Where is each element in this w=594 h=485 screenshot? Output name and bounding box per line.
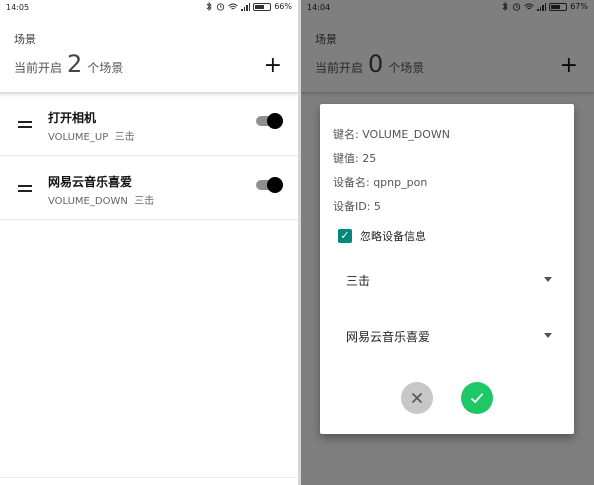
dropdown-arrow-icon [544, 333, 552, 338]
trigger-mode-value: 三击 [346, 274, 371, 288]
scene-mode: 三击 [114, 132, 135, 143]
scene-key: VOLUME_UP [48, 132, 109, 143]
device-name-text: 设备名: qpnp_pon [333, 176, 428, 189]
scene-name: 网易云音乐喜爱 [48, 175, 133, 189]
action-value: 网易云音乐喜爱 [346, 330, 431, 344]
wifi-icon [228, 3, 239, 9]
toggle-thumb [267, 113, 283, 129]
battery-percent: 66% [274, 2, 292, 11]
close-icon [411, 392, 423, 404]
signal-icon [241, 2, 251, 11]
key-name-text: 键名: VOLUME_DOWN [333, 128, 450, 141]
ignore-device-checkbox[interactable]: ✓ 忽略设备信息 [338, 228, 426, 244]
active-count: 2 [67, 50, 83, 78]
action-select[interactable]: 网易云音乐喜爱 [346, 328, 552, 345]
active-prefix: 当前开启 [14, 61, 63, 75]
active-count-row: 当前开启 2 个场景 [14, 52, 123, 76]
confirm-button[interactable] [461, 382, 493, 414]
right-screen: 14:04 67% 场景 当前开启 0 个场景 + 键名: VOLUME_DOW… [301, 0, 594, 485]
bottom-divider [0, 477, 298, 478]
scene-toggle[interactable] [256, 177, 283, 193]
scene-config-dialog: 键名: VOLUME_DOWN 键值: 25 设备名: qpnp_pon 设备I… [320, 104, 574, 434]
scene-mode: 三击 [134, 196, 155, 207]
add-scene-button[interactable]: + [264, 55, 282, 77]
scene-trigger: VOLUME_DOWN 三击 [48, 192, 154, 207]
battery-fill [255, 4, 265, 9]
check-icon [470, 393, 484, 404]
left-screen: 14:05 66% 场景 当前开启 2 个场景 + 打开相机 VOLUME_UP… [0, 0, 298, 485]
key-value-text: 键值: 25 [333, 152, 377, 165]
cancel-button[interactable] [401, 382, 433, 414]
scene-item[interactable]: 网易云音乐喜爱 VOLUME_DOWN 三击 [0, 156, 298, 220]
bluetooth-icon [206, 2, 212, 11]
scene-header: 场景 当前开启 2 个场景 + [0, 17, 298, 93]
scene-name: 打开相机 [48, 111, 97, 125]
dropdown-arrow-icon [544, 277, 552, 282]
toggle-thumb [267, 177, 283, 193]
drag-handle-icon[interactable] [18, 121, 32, 128]
drag-handle-icon[interactable] [18, 185, 32, 192]
active-suffix: 个场景 [87, 61, 124, 75]
trigger-mode-select[interactable]: 三击 [346, 272, 552, 289]
check-icon: ✓ [338, 229, 352, 243]
ignore-device-label: 忽略设备信息 [360, 230, 426, 243]
scene-toggle[interactable] [256, 113, 283, 129]
dialog-scrim[interactable]: 键名: VOLUME_DOWN 键值: 25 设备名: qpnp_pon 设备I… [301, 0, 594, 485]
status-bar: 14:05 66% [0, 0, 298, 17]
status-icons: 66% [206, 2, 292, 11]
status-time: 14:05 [6, 3, 30, 12]
battery-icon [253, 2, 272, 11]
scene-item[interactable]: 打开相机 VOLUME_UP 三击 [0, 92, 298, 156]
scene-list: 打开相机 VOLUME_UP 三击 网易云音乐喜爱 VOLUME_DOWN 三击 [0, 92, 298, 220]
scene-key: VOLUME_DOWN [48, 196, 128, 207]
page-title: 场景 [14, 33, 36, 46]
scene-trigger: VOLUME_UP 三击 [48, 128, 135, 143]
device-id-text: 设备ID: 5 [333, 200, 381, 213]
alarm-icon [217, 3, 225, 11]
